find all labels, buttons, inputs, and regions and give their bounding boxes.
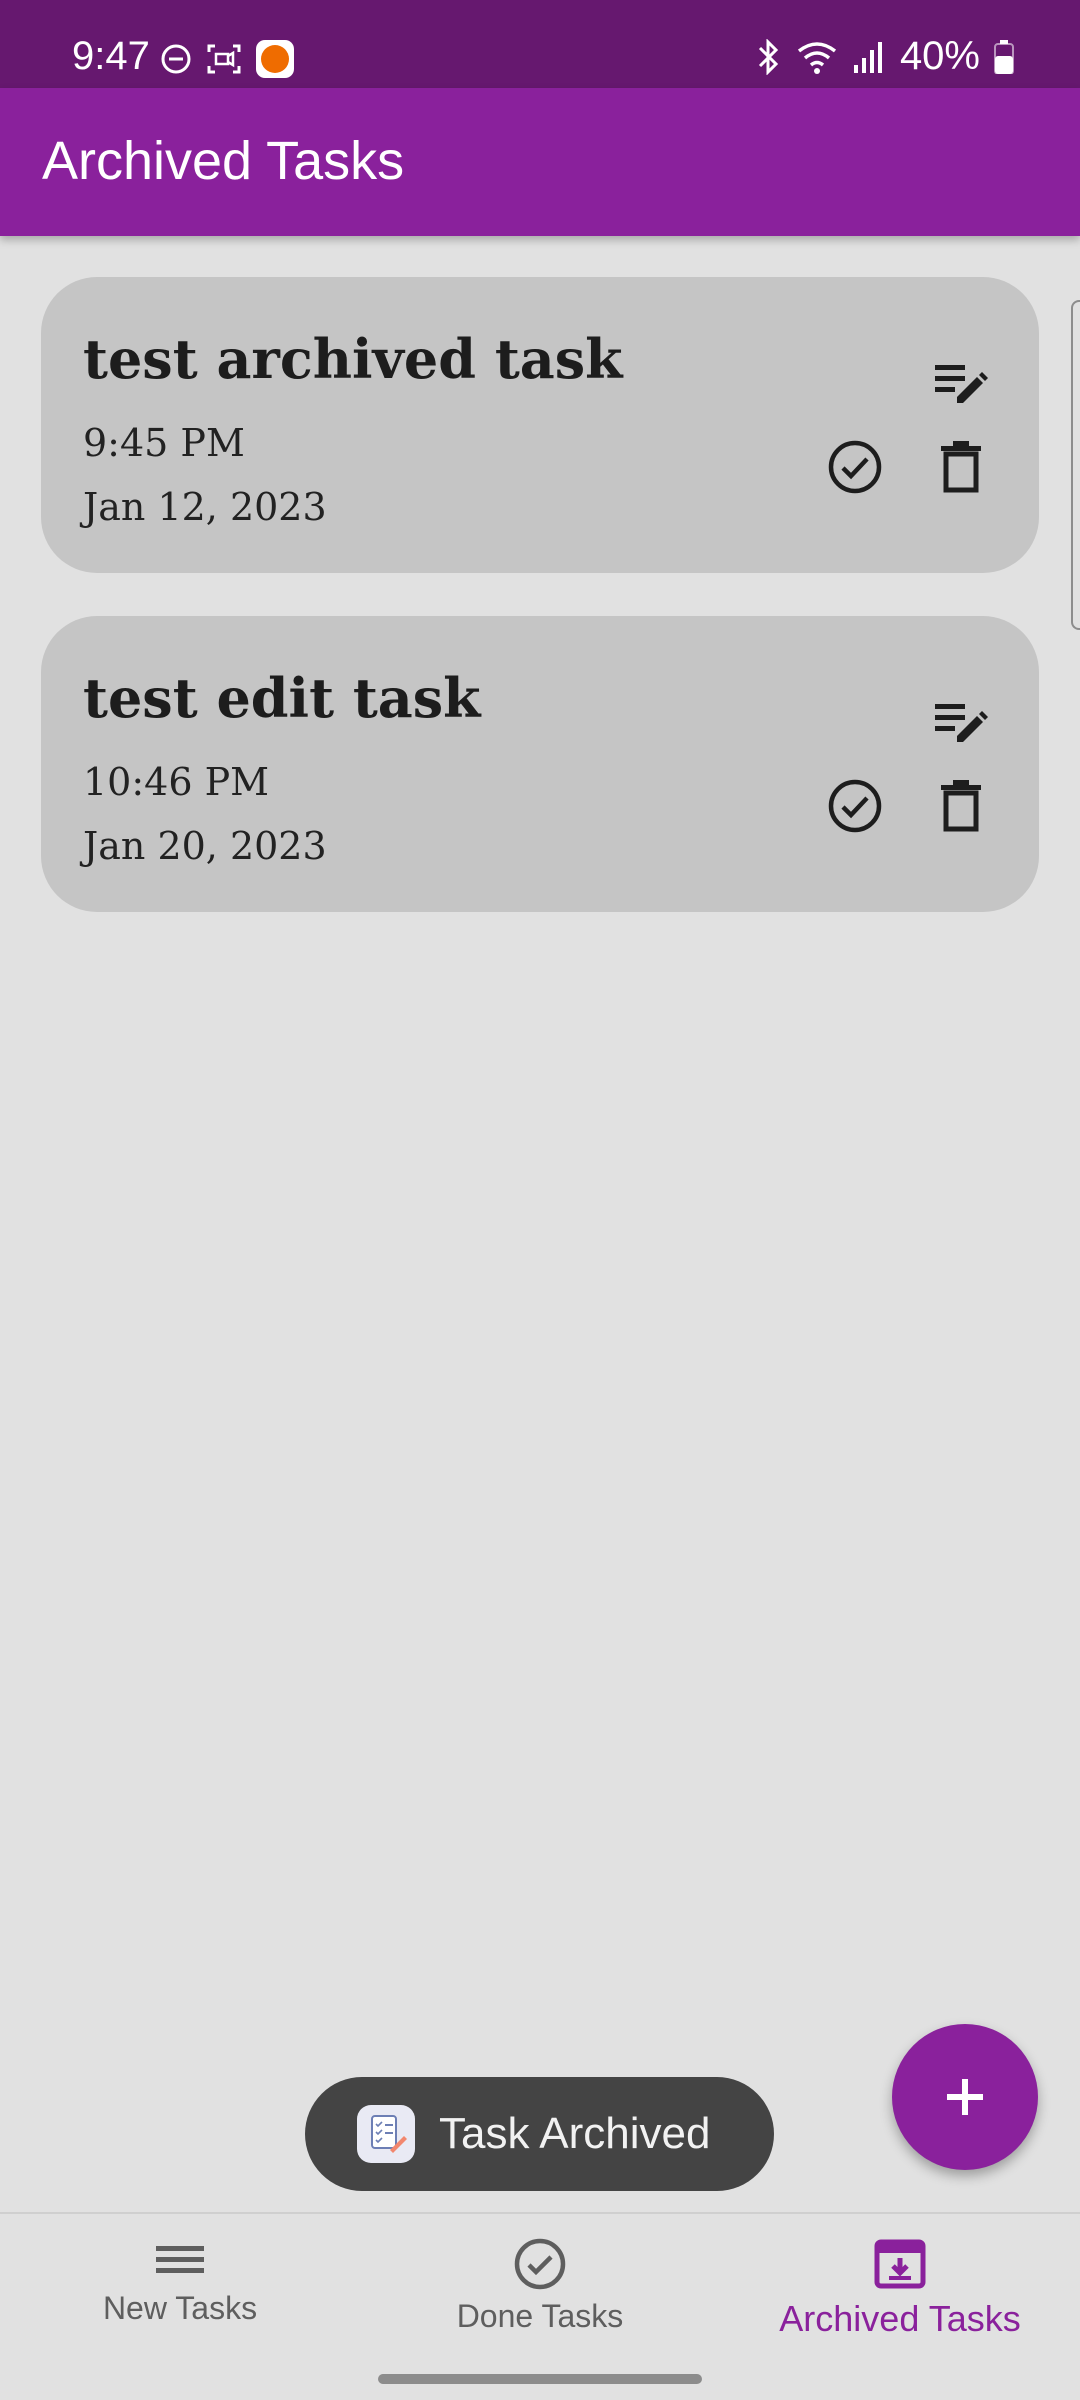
task-title: test archived task (83, 327, 623, 391)
archive-icon (874, 2239, 926, 2289)
task-card: test archived task 9:45 PM Jan 12, 2023 (41, 277, 1039, 573)
toast-message: Task Archived (439, 2109, 711, 2158)
trash-icon (941, 441, 981, 493)
app-icon (357, 2105, 415, 2163)
bottom-navigation: New Tasks Done Tasks Archived Tasks (0, 2212, 1080, 2400)
scrollbar[interactable] (1071, 300, 1080, 630)
task-time: 10:46 PM (83, 760, 270, 804)
page-title: Archived Tasks (42, 131, 405, 191)
mark-done-button[interactable] (819, 770, 891, 842)
edit-note-icon (935, 365, 988, 403)
nav-item-new-tasks[interactable]: New Tasks (0, 2238, 360, 2348)
check-circle-icon (514, 2238, 566, 2290)
task-card: test edit task 10:46 PM Jan 20, 2023 (41, 616, 1039, 912)
nav-label: Done Tasks (456, 2298, 624, 2334)
nav-label: New Tasks (102, 2290, 258, 2326)
nav-item-done-tasks[interactable]: Done Tasks (360, 2238, 720, 2348)
menu-icon (156, 2246, 204, 2273)
toast: Task Archived (305, 2077, 774, 2191)
edit-task-button[interactable] (925, 688, 997, 760)
status-left-icons (160, 40, 294, 78)
check-circle-icon (828, 440, 882, 494)
trash-icon (941, 780, 981, 832)
delete-task-button[interactable] (925, 770, 997, 842)
add-task-button[interactable] (892, 2024, 1038, 2170)
battery-text: 40% (899, 34, 980, 78)
edit-note-icon (935, 704, 988, 742)
nav-item-archived-tasks[interactable]: Archived Tasks (720, 2238, 1080, 2348)
nav-label: Archived Tasks (779, 2298, 1021, 2339)
task-date: Jan 20, 2023 (83, 824, 327, 868)
signal-icon (852, 41, 886, 73)
plus-icon (947, 2079, 983, 2115)
bluetooth-icon (756, 38, 782, 75)
screen-record-icon (206, 43, 242, 75)
delete-task-button[interactable] (925, 431, 997, 503)
app-notification-icon (256, 40, 294, 78)
mark-done-button[interactable] (819, 431, 891, 503)
battery-icon (994, 39, 1014, 74)
edit-task-button[interactable] (925, 349, 997, 421)
task-title: test edit task (83, 666, 481, 730)
check-circle-icon (828, 779, 882, 833)
gesture-navigation-bar[interactable] (378, 2374, 702, 2384)
app-bar: Archived Tasks (0, 88, 1080, 236)
task-time: 9:45 PM (83, 421, 245, 465)
status-time: 9:47 (72, 34, 150, 78)
status-right: 40% (756, 34, 1014, 79)
dnd-icon (160, 43, 192, 75)
wifi-icon (796, 40, 838, 74)
task-date: Jan 12, 2023 (83, 485, 327, 529)
status-bar: 9:47 40% (0, 0, 1080, 88)
